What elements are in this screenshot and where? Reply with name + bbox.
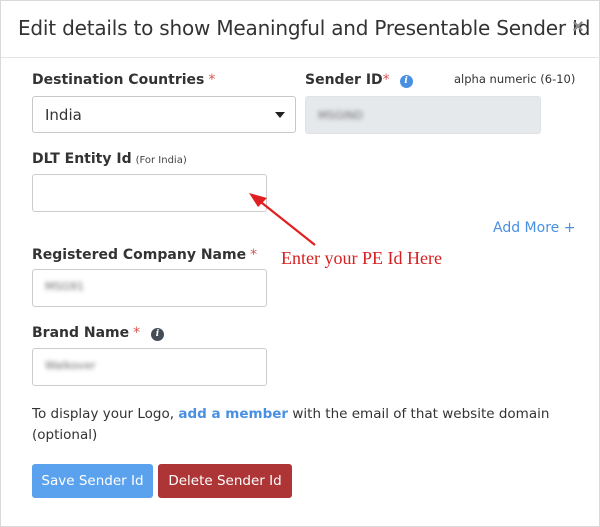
sender-id-value: MSGIND	[318, 109, 363, 122]
destination-countries-value: India	[45, 106, 82, 124]
required-mark: *	[133, 325, 141, 341]
destination-countries-label-text: Destination Countries	[32, 72, 205, 88]
info-icon[interactable]: i	[151, 328, 165, 341]
destination-countries-label: Destination Countries *	[32, 72, 215, 88]
save-sender-id-button[interactable]: Save Sender Id	[32, 464, 153, 498]
logo-note: To display your Logo, add a member with …	[32, 404, 572, 446]
required-mark: *	[382, 72, 390, 88]
brand-name-value: Walkover	[45, 359, 96, 372]
required-mark: *	[250, 247, 258, 263]
dlt-entity-id-label: DLT Entity Id (For India)	[32, 151, 187, 167]
sender-id-hint: alpha numeric (6-10)	[454, 72, 576, 86]
caret-down-icon	[275, 112, 285, 118]
annotation-text: Enter your PE Id Here	[281, 248, 442, 268]
sender-id-input: MSGIND	[305, 96, 541, 134]
logo-note-before: To display your Logo,	[32, 406, 179, 422]
destination-countries-select[interactable]: India	[32, 96, 296, 133]
brand-name-label: Brand Name * i	[32, 325, 165, 341]
brand-name-input[interactable]: Walkover	[32, 348, 267, 386]
add-member-link[interactable]: add a member	[178, 406, 288, 422]
dialog-header: Edit details to show Meaningful and Pres…	[1, 1, 600, 58]
dlt-entity-id-label-text: DLT Entity Id	[32, 151, 132, 167]
company-name-input[interactable]: MSG91	[32, 269, 267, 307]
company-name-label-text: Registered Company Name	[32, 247, 247, 263]
sender-id-label: Sender ID* i	[305, 72, 413, 88]
required-mark: *	[208, 72, 216, 88]
dlt-entity-id-note: (For India)	[135, 155, 187, 166]
dlt-entity-id-input[interactable]	[32, 174, 267, 212]
info-icon[interactable]: i	[399, 75, 413, 88]
brand-name-label-text: Brand Name	[32, 325, 130, 341]
dialog-title: Edit details to show Meaningful and Pres…	[18, 16, 591, 40]
company-name-value: MSG91	[45, 280, 84, 293]
add-more-link[interactable]: Add More +	[493, 220, 575, 236]
close-button[interactable]: ×	[568, 15, 588, 39]
delete-sender-id-button[interactable]: Delete Sender Id	[158, 464, 292, 498]
sender-id-dialog: Edit details to show Meaningful and Pres…	[0, 0, 600, 527]
company-name-label: Registered Company Name *	[32, 247, 257, 263]
sender-id-label-text: Sender ID	[305, 72, 383, 88]
